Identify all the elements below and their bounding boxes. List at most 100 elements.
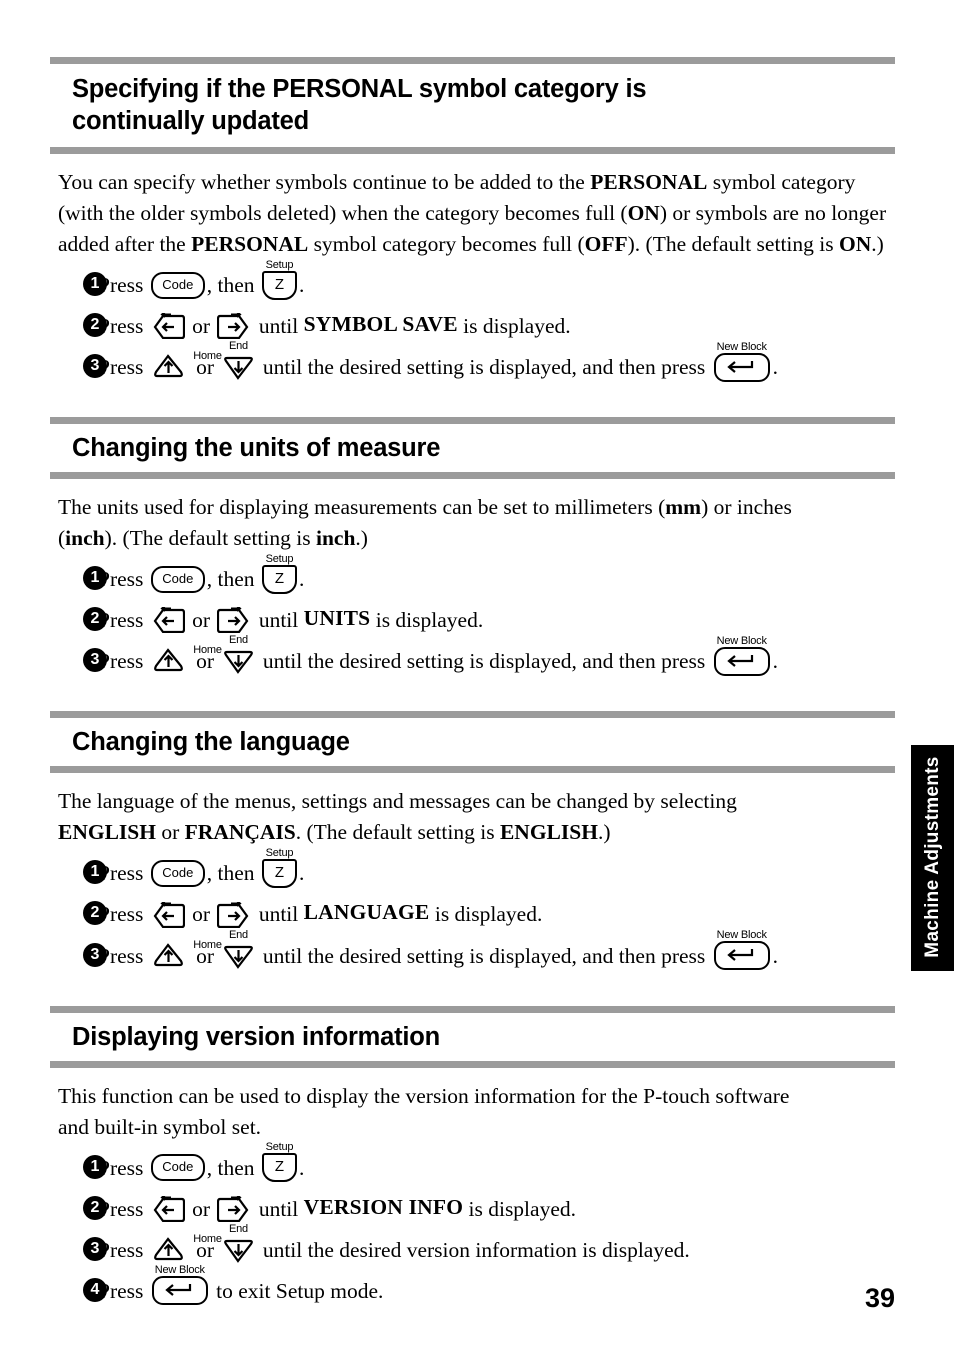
up-arrow-key-icon[interactable]: Home: [151, 350, 222, 380]
right-arrow-key-icon[interactable]: [217, 607, 251, 634]
down-arrow-key-icon[interactable]: End: [221, 340, 255, 381]
code-key-label: Code: [162, 276, 194, 292]
page-number: 39: [864, 1283, 895, 1313]
body-text: .): [871, 232, 884, 256]
down-arrow-key-icon[interactable]: End: [221, 1223, 255, 1263]
new-block-key-icon[interactable]: New Block: [713, 635, 770, 676]
step-number-badge: 4: [83, 1277, 107, 1302]
step-text: .: [298, 273, 305, 298]
chapter-side-tab: Machine Adjustments: [911, 745, 954, 971]
body-text: .): [355, 526, 368, 551]
body-bold: OFF: [584, 232, 628, 256]
code-key-icon[interactable]: Code: [150, 859, 205, 887]
setup-key-label: Z: [274, 569, 285, 587]
step-text: .: [298, 1155, 305, 1180]
heading-line-2: continually updated: [72, 107, 310, 135]
body-bold: mm: [665, 495, 702, 520]
body-text: The units used for displaying measuremen…: [58, 495, 666, 520]
new-block-key-cap-label: New Block: [716, 340, 767, 353]
code-key-icon[interactable]: Code: [150, 1154, 205, 1182]
body-text: symbol category becomes full (: [308, 232, 585, 256]
setup-key-cap-label: Setup: [265, 1141, 294, 1154]
step-item: 2 Press or until SYMBOL SAVE is displaye…: [50, 307, 895, 343]
body-bold: ON: [838, 232, 872, 256]
step-text: or: [186, 608, 216, 633]
section-body-paragraph: This function can be used to display the…: [50, 1068, 898, 1143]
menu-item-name: SYMBOL SAVE: [303, 312, 458, 337]
home-key-cap-label: Home: [193, 644, 222, 657]
step-number-badge: 2: [83, 1195, 107, 1220]
section-rule-bottom: [50, 472, 895, 480]
body-bold: PERSONAL: [590, 170, 708, 194]
down-arrow-key-icon[interactable]: End: [221, 929, 255, 969]
right-arrow-key-icon[interactable]: [217, 901, 251, 928]
heading-line-1: Specifying if the PERSONAL symbol catego…: [72, 75, 647, 103]
code-key-label: Code: [162, 864, 194, 880]
section-body-paragraph: The language of the menus, settings and …: [50, 773, 898, 848]
section-rule-bottom: [50, 766, 895, 774]
step-item: 1 Press Code, then Setup Z.: [50, 1141, 895, 1185]
code-key-icon[interactable]: Code: [150, 565, 205, 593]
end-key-cap-label: End: [228, 1222, 248, 1235]
step-text: or: [186, 902, 216, 927]
body-text: ). (The default setting is: [627, 232, 839, 256]
step-number-badge: 3: [83, 354, 107, 379]
setup-key-icon[interactable]: Setup Z: [261, 259, 297, 300]
setup-key-label: Z: [274, 1158, 285, 1176]
section-heading-symbol-save: Specifying if the PERSONAL symbol catego…: [50, 64, 895, 147]
up-arrow-key-icon[interactable]: Home: [151, 1233, 222, 1263]
page-content: Specifying if the PERSONAL symbol catego…: [50, 0, 895, 1313]
step-item: 2 Press or until UNITS is displayed.: [50, 601, 895, 637]
step-text: to exit Setup mode.: [210, 1278, 384, 1303]
step-text: , then: [206, 1155, 260, 1180]
section-heading-version: Displaying version information: [50, 1013, 895, 1061]
section-body-paragraph: You can specify whether symbols continue…: [50, 154, 898, 260]
step-number-badge: 2: [83, 313, 107, 338]
step-item: 1 Press Code, then Setup Z.: [50, 553, 895, 596]
right-arrow-key-icon[interactable]: [217, 1195, 251, 1222]
body-text: . (The default setting is: [295, 820, 500, 845]
body-text: This function can be used to display the…: [58, 1083, 790, 1108]
section-rule-top: [50, 57, 895, 64]
step-number-badge: 3: [83, 1236, 107, 1261]
code-key-icon[interactable]: Code: [150, 271, 205, 299]
section-heading-units: Changing the units of measure: [50, 424, 895, 472]
step-text: or: [186, 1196, 216, 1221]
left-arrow-key-icon[interactable]: [151, 607, 185, 634]
body-text: The language of the menus, settings and …: [58, 789, 737, 814]
right-arrow-key-icon[interactable]: [217, 313, 251, 340]
left-arrow-key-icon[interactable]: [151, 901, 185, 928]
new-block-key-icon[interactable]: New Block: [713, 929, 770, 971]
document-page: Specifying if the PERSONAL symbol catego…: [0, 0, 954, 1357]
new-block-key-icon[interactable]: New Block: [713, 341, 770, 382]
step-text: until: [253, 902, 304, 927]
setup-key-icon[interactable]: Setup Z: [261, 1141, 297, 1183]
left-arrow-key-icon[interactable]: [151, 1195, 185, 1222]
section-rule-top: [50, 1005, 895, 1013]
body-text: ) or symbols are no longer: [659, 201, 887, 225]
step-item: 3 Press Home or End until the desired ve…: [50, 1223, 895, 1267]
new-block-key-icon[interactable]: New Block: [151, 1264, 208, 1306]
step-text: or: [186, 314, 216, 339]
left-arrow-key-icon[interactable]: [151, 313, 185, 340]
up-arrow-key-icon[interactable]: Home: [151, 939, 222, 969]
new-block-key-cap-label: New Block: [716, 929, 767, 942]
body-bold: inch: [315, 526, 356, 551]
new-block-key-cap-label: New Block: [716, 634, 767, 647]
up-arrow-key-icon[interactable]: Home: [151, 644, 222, 674]
menu-item-name: VERSION INFO: [303, 1194, 464, 1219]
step-list: 1 Press Code, then Setup Z. 2 Press or un…: [50, 259, 895, 384]
section-heading-language: Changing the language: [50, 718, 895, 766]
step-list: 1 Press Code, then Setup Z. 2 Press or un…: [50, 1141, 895, 1308]
body-bold: ENGLISH: [58, 820, 156, 845]
down-arrow-key-icon[interactable]: End: [221, 634, 255, 675]
setup-key-cap-label: Setup: [265, 846, 294, 859]
section-rule-bottom: [50, 1060, 895, 1068]
setup-key-icon[interactable]: Setup Z: [261, 847, 297, 888]
step-item: 1 Press Code, then Setup Z.: [50, 847, 895, 890]
body-text: added after the: [58, 232, 192, 256]
step-text: until the desired setting is displayed, …: [257, 943, 711, 968]
setup-key-icon[interactable]: Setup Z: [261, 553, 297, 594]
body-text: symbol category: [707, 170, 856, 194]
body-text: ). (The default setting is: [104, 526, 316, 551]
